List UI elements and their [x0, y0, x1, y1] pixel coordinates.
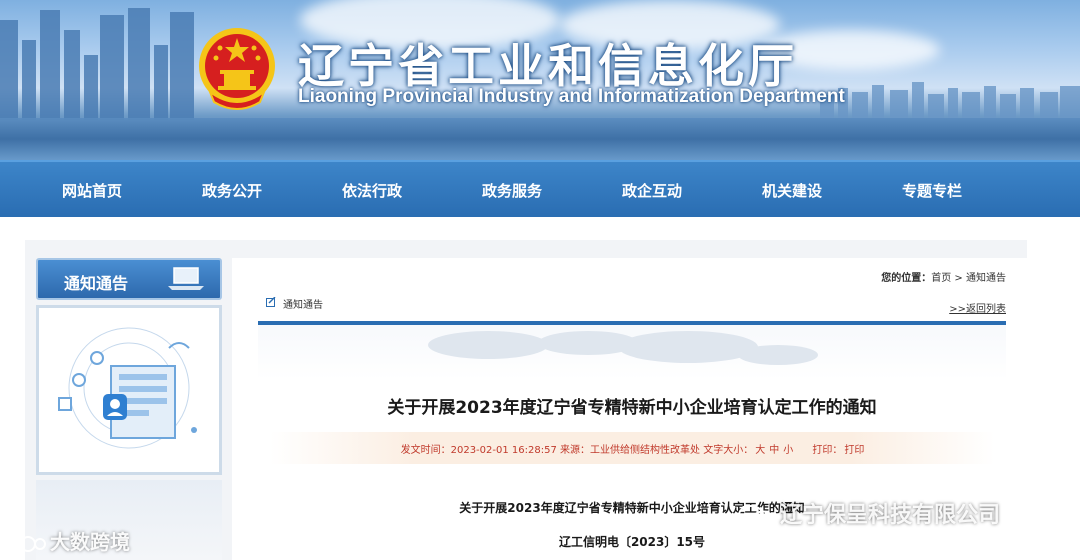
article-title: 关于开展2023年度辽宁省专精特新中小企业培育认定工作的通知: [387, 398, 877, 418]
nav-home[interactable]: 网站首页: [62, 180, 122, 201]
breadcrumb-label: 您的位置：: [881, 273, 932, 284]
sidebar-title: 通知通告: [64, 274, 129, 293]
back-to-list-link[interactable]: >>返回列表: [949, 300, 1006, 315]
watermark-right-text: 辽宁保呈科技有限公司: [780, 503, 1001, 528]
water-reflection: [0, 118, 1080, 160]
world-map-icon: [428, 331, 818, 365]
article-meta: 发文时间：2023-02-01 16:28:57 来源：工业供给侧结构性改革处 …: [270, 441, 995, 456]
font-size-medium-button[interactable]: 中: [769, 445, 779, 456]
font-size-small-button[interactable]: 小: [783, 445, 793, 456]
meta-source-label: 来源：: [560, 445, 591, 456]
nav-government-affairs[interactable]: 政务公开: [202, 180, 262, 201]
breadcrumb-home[interactable]: 首页: [931, 273, 951, 284]
sidebar-illustration: [36, 305, 222, 475]
breadcrumb: 您的位置：首页 > 通知通告: [881, 269, 1006, 284]
print-button[interactable]: 打印: [844, 445, 864, 456]
breadcrumb-current[interactable]: 通知通告: [966, 273, 1006, 284]
meta-font-label: 文字大小：: [703, 445, 754, 456]
meta-source: 工业供给侧结构性改革处: [590, 445, 701, 456]
site-title-english: Liaoning Provincial Industry and Informa…: [298, 86, 845, 107]
watermark-right: 辽宁保呈科技有限公司: [736, 497, 1000, 529]
document-number: 辽工信明电〔2023〕15号: [558, 535, 706, 549]
edit-icon: [266, 297, 276, 307]
section-title: 通知通告: [283, 300, 323, 311]
watermark-left: 大数跨境: [6, 526, 130, 555]
laptop-icon: [168, 267, 204, 290]
breadcrumb-separator: >: [954, 273, 963, 284]
meta-time-label: 发文时间：: [400, 445, 451, 456]
header-banner: 辽宁省工业和信息化厅 Liaoning Provincial Industry …: [0, 0, 1080, 160]
watermark-logo-icon: [6, 535, 46, 552]
notice-illustration-icon: [58, 327, 197, 449]
nav-government-services[interactable]: 政务服务: [482, 180, 542, 201]
national-emblem-icon: [199, 28, 275, 110]
nav-special-topics[interactable]: 专题专栏: [902, 180, 962, 201]
main-navigation: 网站首页 政务公开 依法行政 政务服务 政企互动 机关建设 专题专栏: [0, 160, 1080, 217]
watermark-left-text: 大数跨境: [50, 530, 130, 554]
nav-agency-building[interactable]: 机关建设: [762, 180, 822, 201]
meta-print-label: 打印：: [812, 445, 843, 456]
meta-time: 2023-02-01 16:28:57: [450, 445, 557, 456]
nav-interaction[interactable]: 政企互动: [622, 180, 682, 201]
nav-law-administration[interactable]: 依法行政: [342, 180, 402, 201]
world-map-decoration: [258, 325, 1006, 380]
wechat-icon: [738, 505, 774, 528]
font-size-large-button[interactable]: 大: [755, 445, 765, 456]
sidebar-header[interactable]: 通知通告: [36, 258, 222, 300]
